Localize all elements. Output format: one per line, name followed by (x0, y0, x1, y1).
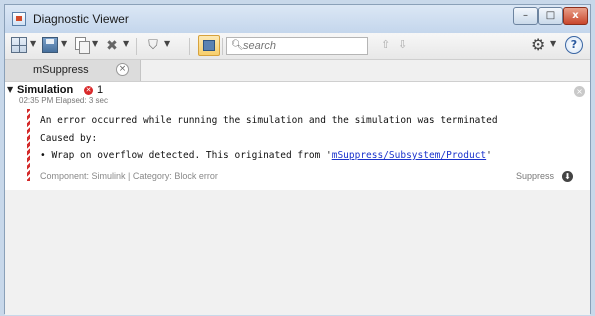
search-input[interactable] (243, 39, 363, 53)
error-message: An error occurred while running the simu… (40, 115, 498, 126)
tab-msuppress[interactable]: mSuppress × (5, 60, 141, 81)
chevron-down-icon[interactable]: ▼ (123, 39, 129, 48)
stage-timestamp: 02:35 PM Elapsed: 3 sec (19, 96, 108, 105)
grid-icon[interactable] (11, 37, 27, 53)
expand-triangle-icon[interactable]: ▼ (7, 85, 13, 94)
suppress-arrow-icon[interactable]: ⬇ (562, 171, 573, 182)
caused-by-label: Caused by: (40, 133, 98, 144)
up-arrow-icon[interactable]: ⇧ (381, 38, 390, 51)
search-box[interactable]: 🔍︎ (226, 37, 368, 55)
maximize-button[interactable]: □ (538, 7, 563, 25)
filter-icon[interactable]: ⛉ (145, 38, 161, 54)
error-severity-bar (27, 109, 30, 181)
error-icon: ✕ (84, 86, 93, 95)
toolbar-separator (136, 38, 137, 55)
chevron-down-icon[interactable]: ▼ (61, 39, 67, 48)
search-icon: 🔍︎ (231, 40, 244, 51)
close-window-button[interactable]: x (563, 7, 588, 25)
minimize-button[interactable]: – (513, 7, 538, 25)
tab-label: mSuppress (33, 64, 89, 76)
block-path-link[interactable]: mSuppress/Subsystem/Product (332, 150, 486, 161)
diagnostic-footer: Component: Simulink | Category: Block er… (40, 171, 218, 181)
group-icon[interactable] (198, 35, 220, 56)
cause-text: Wrap on overflow detected. This originat… (51, 150, 332, 161)
chevron-down-icon[interactable]: ▼ (550, 39, 556, 48)
window-title: Diagnostic Viewer (33, 12, 129, 26)
cause-suffix: ' (486, 150, 492, 161)
help-icon[interactable]: ? (565, 36, 583, 54)
save-icon[interactable] (42, 37, 58, 53)
toolbar: ▼ ▼ ▼ ✖ ▼ ⛉ ▼ 🔍︎ ⇧ ⇩ ⚙ ▼ ? (5, 33, 590, 60)
chevron-down-icon[interactable]: ▼ (92, 39, 98, 48)
diagnostic-viewer-window: Diagnostic Viewer – □ x ▼ ▼ ▼ ✖ ▼ ⛉ ▼ 🔍︎… (4, 4, 591, 315)
title-bar: Diagnostic Viewer – □ x (5, 5, 590, 34)
gear-icon[interactable]: ⚙ (531, 36, 545, 54)
empty-area (5, 190, 590, 315)
bullet-icon: • (40, 150, 52, 161)
close-tab-icon[interactable]: × (116, 63, 129, 76)
tab-strip: mSuppress × (5, 60, 590, 82)
clear-icon[interactable]: ✖ (104, 38, 120, 54)
toolbar-separator (189, 38, 190, 55)
diagnostic-panel: ▼ Simulation ✕ 1 02:35 PM Elapsed: 3 sec… (5, 82, 590, 190)
app-icon (12, 12, 26, 26)
cause-item: • Wrap on overflow detected. This origin… (40, 150, 492, 161)
chevron-down-icon[interactable]: ▼ (30, 39, 36, 48)
chevron-down-icon[interactable]: ▼ (164, 39, 170, 48)
stage-title: Simulation (17, 84, 74, 96)
down-arrow-icon[interactable]: ⇩ (398, 38, 407, 51)
toolbar-separator (222, 38, 223, 55)
copy-icon[interactable] (75, 37, 90, 54)
suppress-button[interactable]: Suppress (516, 171, 554, 181)
close-stage-icon[interactable]: × (574, 86, 585, 97)
error-count: 1 (97, 84, 104, 96)
